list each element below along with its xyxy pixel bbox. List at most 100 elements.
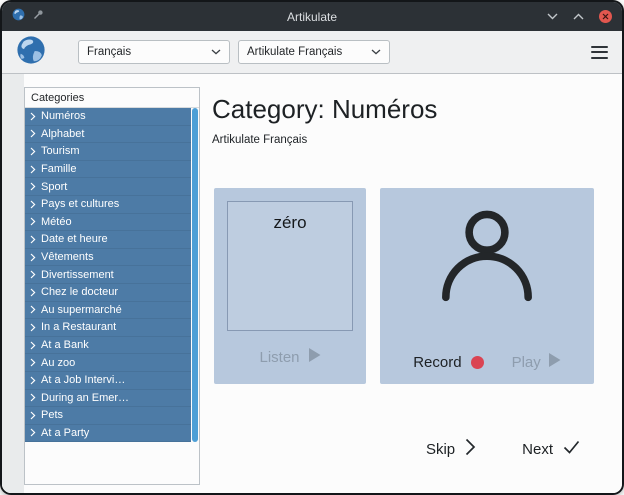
category-item[interactable]: Vêtements	[25, 249, 191, 267]
course-select[interactable]: Artikulate Français	[238, 40, 390, 64]
chevron-right-icon	[30, 147, 36, 156]
category-list: Numéros Alphabet Tourism	[25, 108, 191, 442]
titlebar: Artikulate	[2, 2, 622, 31]
hamburger-menu-icon[interactable]	[591, 46, 608, 59]
category-item-label: Pays et cultures	[41, 198, 119, 210]
category-item[interactable]: Chez le docteur	[25, 284, 191, 302]
chevron-right-icon	[30, 288, 36, 297]
listen-button[interactable]: Listen	[227, 331, 353, 384]
category-item-label: Au zoo	[41, 357, 75, 369]
category-item[interactable]: Tourism	[25, 143, 191, 161]
category-item[interactable]: Au zoo	[25, 354, 191, 372]
category-item[interactable]: Pets	[25, 407, 191, 425]
play-triangle-icon	[549, 353, 561, 372]
chevron-right-icon	[30, 217, 36, 226]
chevron-right-icon	[30, 112, 36, 121]
next-button-label: Next	[522, 441, 553, 458]
category-item-label: Numéros	[41, 110, 86, 122]
category-item-label: Météo	[41, 216, 72, 228]
category-item[interactable]: Alphabet	[25, 126, 191, 144]
checkmark-icon	[563, 440, 580, 459]
record-button-label: Record	[413, 354, 461, 371]
category-item-label: In a Restaurant	[41, 321, 116, 333]
app-window: Artikulate	[2, 2, 622, 493]
record-dot-icon	[471, 356, 484, 369]
category-item-label: Sport	[41, 181, 67, 193]
category-item-label: Alphabet	[41, 128, 84, 140]
chevron-right-icon	[30, 270, 36, 279]
course-select-value: Artikulate Français	[247, 46, 342, 58]
category-item[interactable]: Famille	[25, 161, 191, 179]
category-item-label: At a Party	[41, 427, 89, 439]
category-item-label: Chez le docteur	[41, 286, 118, 298]
sidebar-scrollbar[interactable]	[192, 108, 198, 442]
main-area: Categories Numéros Alphabet	[2, 74, 622, 493]
category-item[interactable]: Date et heure	[25, 231, 191, 249]
category-item-label: At a Bank	[41, 339, 89, 351]
chevron-right-icon	[30, 182, 36, 191]
chevron-down-icon	[371, 46, 381, 58]
pin-icon[interactable]	[32, 8, 44, 26]
maximize-button[interactable]	[573, 13, 584, 20]
phrase-text: zéro	[273, 213, 306, 232]
category-item-label: Vêtements	[41, 251, 94, 263]
categories-header: Categories	[25, 88, 199, 108]
play-button-label: Play	[512, 354, 541, 371]
chevron-right-icon	[30, 129, 36, 138]
phrase-card: zéro Listen	[214, 188, 366, 384]
person-icon	[435, 204, 539, 309]
left-gutter	[2, 74, 24, 493]
category-item-label: Date et heure	[41, 233, 108, 245]
listen-button-label: Listen	[259, 349, 299, 366]
record-button[interactable]: Record	[413, 354, 483, 371]
category-item[interactable]: At a Bank	[25, 337, 191, 355]
chevron-right-icon	[30, 358, 36, 367]
content-area: Category: Numéros Artikulate Français zé…	[200, 74, 622, 493]
category-item-label: At a Job Intervi…	[41, 374, 125, 386]
category-item-label: Famille	[41, 163, 76, 175]
skip-button[interactable]: Skip	[426, 438, 476, 461]
language-select[interactable]: Français	[78, 40, 230, 64]
chevron-right-icon	[30, 235, 36, 244]
category-item-label: Tourism	[41, 145, 80, 157]
category-item[interactable]: Divertissement	[25, 266, 191, 284]
skip-button-label: Skip	[426, 441, 455, 458]
window-title: Artikulate	[2, 10, 622, 24]
category-item-label: Divertissement	[41, 269, 114, 281]
page-subtitle: Artikulate Français	[212, 134, 606, 146]
play-triangle-icon	[309, 348, 321, 367]
chevron-down-icon	[211, 46, 221, 58]
app-icon	[12, 8, 25, 26]
navigation-actions: Skip Next	[426, 438, 606, 461]
trainer-cards: zéro Listen	[212, 188, 606, 384]
category-item[interactable]: Numéros	[25, 108, 191, 126]
category-list-area: Numéros Alphabet Tourism	[25, 108, 199, 484]
category-item[interactable]: Météo	[25, 214, 191, 232]
chevron-right-icon	[30, 341, 36, 350]
categories-panel: Categories Numéros Alphabet	[24, 87, 200, 485]
category-item-label: Pets	[41, 409, 63, 421]
category-item-label: Au supermarché	[41, 304, 122, 316]
chevron-right-icon	[30, 200, 36, 209]
category-item[interactable]: At a Job Intervi…	[25, 372, 191, 390]
chevron-right-icon	[30, 428, 36, 437]
page-title: Category: Numéros	[212, 94, 606, 125]
language-select-value: Français	[87, 46, 131, 58]
category-item[interactable]: During an Emer…	[25, 390, 191, 408]
play-button[interactable]: Play	[512, 353, 561, 372]
category-item[interactable]: Pays et cultures	[25, 196, 191, 214]
close-button[interactable]	[599, 10, 612, 23]
chevron-right-icon	[30, 376, 36, 385]
category-item[interactable]: At a Party	[25, 425, 191, 443]
chevron-right-icon	[30, 305, 36, 314]
minimize-button[interactable]	[547, 13, 558, 20]
toolbar: Français Artikulate Français	[2, 31, 622, 73]
chevron-right-icon	[30, 165, 36, 174]
category-item[interactable]: In a Restaurant	[25, 319, 191, 337]
globe-icon	[16, 35, 46, 70]
next-button[interactable]: Next	[522, 440, 580, 459]
chevron-right-icon	[465, 438, 476, 461]
category-item[interactable]: Sport	[25, 178, 191, 196]
chevron-right-icon	[30, 323, 36, 332]
category-item[interactable]: Au supermarché	[25, 302, 191, 320]
